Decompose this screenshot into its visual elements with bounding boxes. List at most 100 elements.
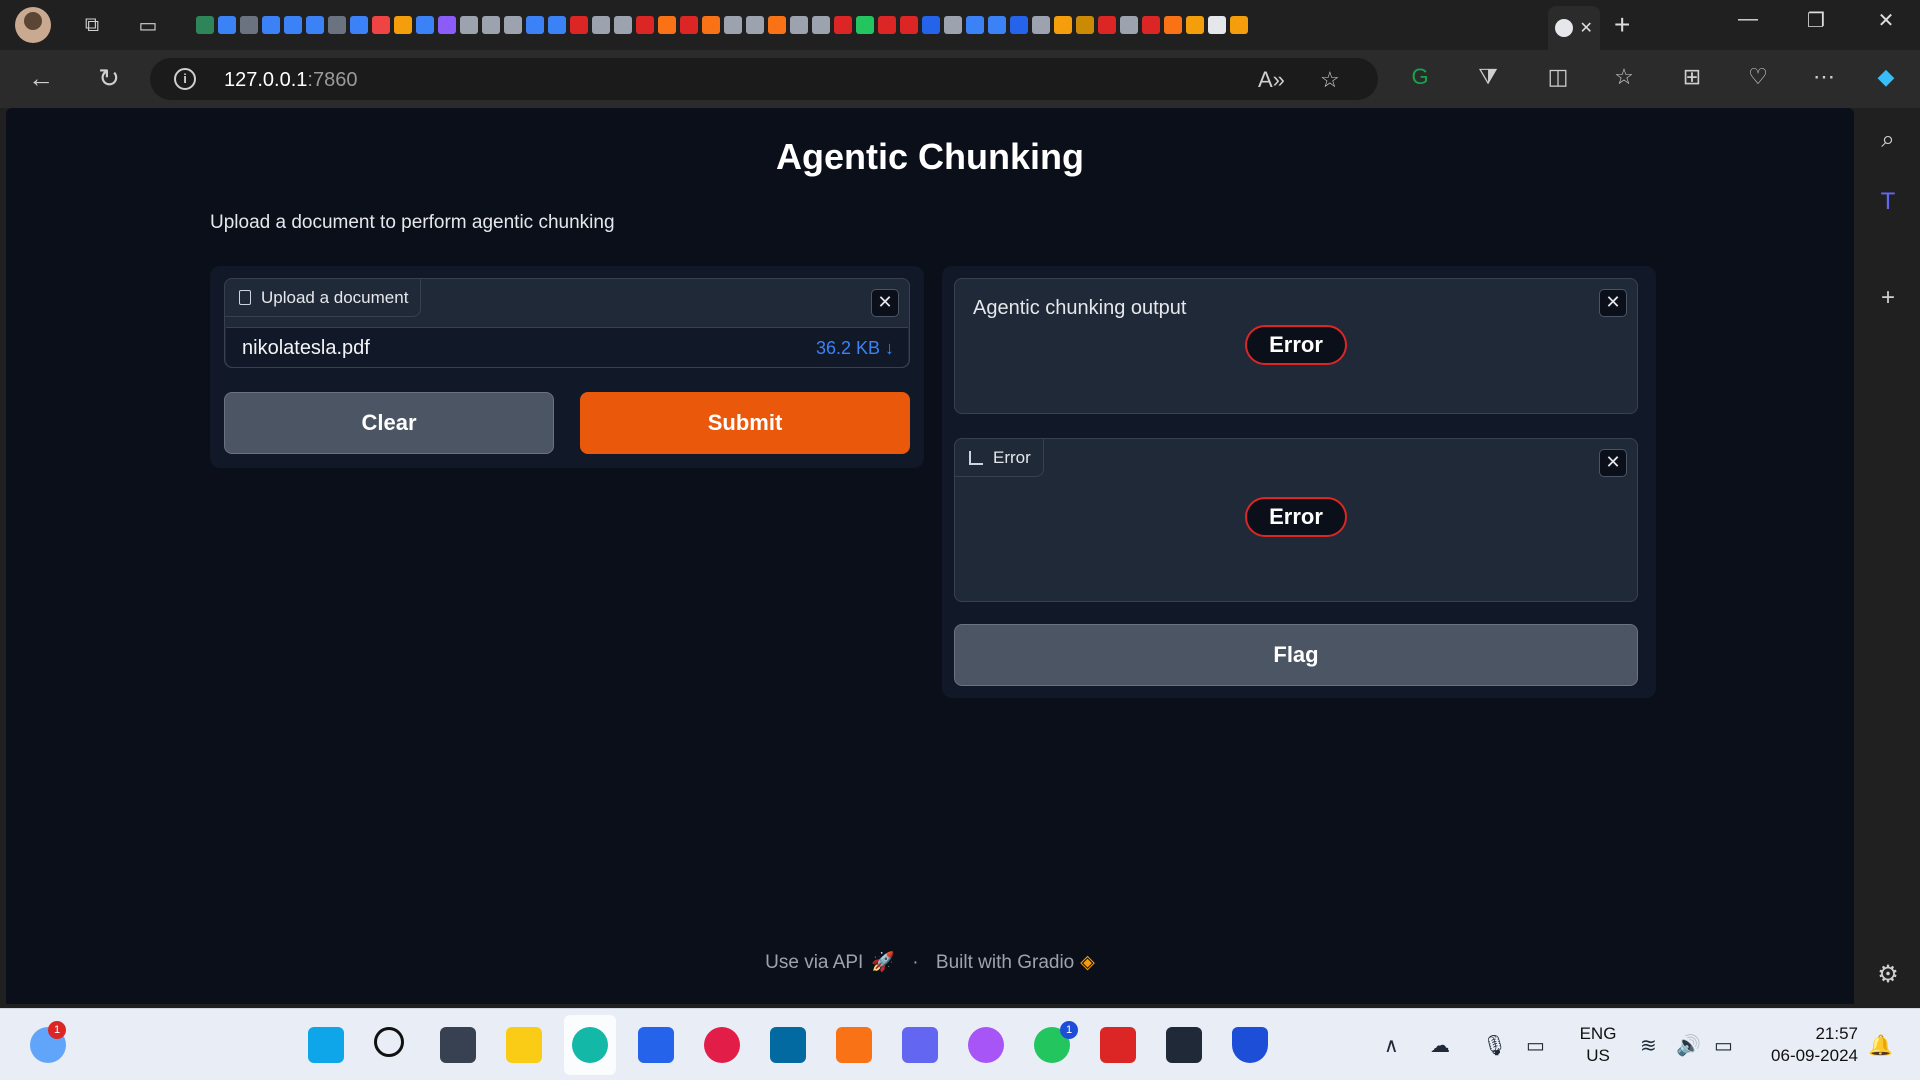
collections-icon[interactable]: ⊞	[1676, 64, 1708, 90]
outlook-icon[interactable]	[770, 1027, 806, 1063]
tab-favicon[interactable]	[548, 16, 566, 34]
tab-favicon[interactable]	[658, 16, 676, 34]
tab-favicon[interactable]	[482, 16, 500, 34]
workspaces-icon[interactable]: ⧉	[77, 10, 107, 40]
new-tab-button[interactable]: +	[1614, 10, 1630, 40]
tab-favicon[interactable]	[372, 16, 390, 34]
teams-icon[interactable]	[902, 1027, 938, 1063]
tab-favicon[interactable]	[1164, 16, 1182, 34]
tab-favicon[interactable]	[328, 16, 346, 34]
remove-file-button[interactable]: ✕	[871, 289, 899, 317]
tab-favicon[interactable]	[570, 16, 588, 34]
back-icon[interactable]: ←	[24, 63, 58, 94]
start-icon[interactable]	[308, 1027, 344, 1063]
tab-favicon[interactable]	[988, 16, 1006, 34]
tab-favicon[interactable]	[416, 16, 434, 34]
search-icon[interactable]	[374, 1027, 404, 1057]
tab-favicon[interactable]	[350, 16, 368, 34]
tab-favicon[interactable]	[394, 16, 412, 34]
favorite-star-icon[interactable]: ☆	[1320, 67, 1340, 93]
close-tab-icon[interactable]: ✕	[1579, 18, 1592, 38]
tab-favicon[interactable]	[262, 16, 280, 34]
clear-output-button[interactable]: ✕	[1599, 289, 1627, 317]
sidebar-settings-icon[interactable]: ⚙	[1873, 960, 1903, 989]
tab-favicon[interactable]	[592, 16, 610, 34]
tab-favicon[interactable]	[1076, 16, 1094, 34]
tab-favicon[interactable]	[1230, 16, 1248, 34]
tab-favicon[interactable]	[900, 16, 918, 34]
tab-favicon[interactable]	[746, 16, 764, 34]
microphone-icon[interactable]: 🎙	[1482, 1033, 1507, 1058]
tab-actions-icon[interactable]: ▭	[133, 10, 163, 40]
tab-favicon[interactable]	[922, 16, 940, 34]
built-with-gradio-link[interactable]: Built with Gradio	[936, 952, 1074, 973]
close-window-button[interactable]: ✕	[1866, 8, 1906, 33]
file-upload[interactable]: Upload a document ✕ nikolatesla.pdf 36.2…	[224, 278, 910, 368]
tab-favicon[interactable]	[614, 16, 632, 34]
clear-button[interactable]: Clear	[224, 392, 554, 454]
language-indicator[interactable]: ENG US	[1578, 1023, 1618, 1067]
show-hidden-icons[interactable]: ∧	[1384, 1033, 1399, 1058]
task-view-icon[interactable]	[440, 1027, 476, 1063]
tab-favicon[interactable]	[306, 16, 324, 34]
tab-favicon[interactable]	[636, 16, 654, 34]
use-via-api-link[interactable]: Use via API	[765, 952, 863, 973]
tab-favicon[interactable]	[1098, 16, 1116, 34]
tab-favicon[interactable]	[1120, 16, 1138, 34]
copilot-icon[interactable]: ◆	[1870, 64, 1902, 90]
tab-favicon[interactable]	[240, 16, 258, 34]
terminal-icon[interactable]	[1166, 1027, 1202, 1063]
tab-favicon[interactable]	[284, 16, 302, 34]
browser-essentials-icon[interactable]: ♡	[1742, 64, 1774, 90]
edge-icon[interactable]	[572, 1027, 608, 1063]
split-screen-icon[interactable]: ◫	[1542, 64, 1574, 90]
defender-icon[interactable]	[1232, 1027, 1268, 1063]
tab-favicon[interactable]	[944, 16, 962, 34]
tab-favicon[interactable]	[218, 16, 236, 34]
tab-favicon[interactable]	[856, 16, 874, 34]
submit-button[interactable]: Submit	[580, 392, 910, 454]
teams-icon[interactable]: T	[1873, 188, 1903, 216]
add-sidebar-app-icon[interactable]: +	[1873, 284, 1903, 312]
profile-avatar[interactable]	[15, 7, 51, 43]
favorites-icon[interactable]: ☆	[1608, 64, 1640, 90]
more-menu-icon[interactable]: ⋯	[1808, 64, 1840, 90]
volume-icon[interactable]: 🔊	[1676, 1033, 1701, 1058]
app-icon[interactable]	[1100, 1027, 1136, 1063]
battery-icon[interactable]: ▭	[1714, 1033, 1733, 1058]
grammarly-icon[interactable]: G	[1404, 64, 1436, 90]
tab-favicon[interactable]	[878, 16, 896, 34]
tab-favicon[interactable]	[526, 16, 544, 34]
tab-favicon[interactable]	[768, 16, 786, 34]
slack-icon[interactable]	[704, 1027, 740, 1063]
minimize-button[interactable]: —	[1728, 8, 1768, 31]
tab-favicon[interactable]	[1054, 16, 1072, 34]
clock[interactable]: 21:57 06-09-2024	[1752, 1023, 1858, 1067]
refresh-icon[interactable]: ↻	[92, 63, 126, 94]
tab-favicon[interactable]	[460, 16, 478, 34]
tab-favicon[interactable]	[1208, 16, 1226, 34]
keyboard-icon[interactable]: ▭	[1526, 1033, 1545, 1058]
onedrive-icon[interactable]: ☁	[1430, 1033, 1450, 1058]
notifications-icon[interactable]: 🔔	[1868, 1033, 1893, 1058]
active-tab[interactable]: ✕	[1548, 6, 1600, 50]
url-text[interactable]: 127.0.0.1:7860	[224, 69, 357, 92]
tab-favicon[interactable]	[1186, 16, 1204, 34]
search-icon[interactable]: ⌕	[1873, 126, 1903, 154]
tab-favicon[interactable]	[834, 16, 852, 34]
tab-favicon[interactable]	[790, 16, 808, 34]
tab-favicon[interactable]	[724, 16, 742, 34]
wifi-icon[interactable]: ≋	[1640, 1033, 1657, 1058]
flag-button[interactable]: Flag	[954, 624, 1638, 686]
restore-button[interactable]: ❐	[1796, 8, 1836, 33]
tab-favicon[interactable]	[1032, 16, 1050, 34]
extensions-icon[interactable]: ⧩	[1472, 64, 1504, 90]
store-icon[interactable]	[638, 1027, 674, 1063]
tab-favicon[interactable]	[1010, 16, 1028, 34]
brave-icon[interactable]	[836, 1027, 872, 1063]
tab-favicon[interactable]	[438, 16, 456, 34]
tab-favicon[interactable]	[966, 16, 984, 34]
tab-favicon[interactable]	[504, 16, 522, 34]
tab-favicon[interactable]	[702, 16, 720, 34]
tab-favicon[interactable]	[196, 16, 214, 34]
